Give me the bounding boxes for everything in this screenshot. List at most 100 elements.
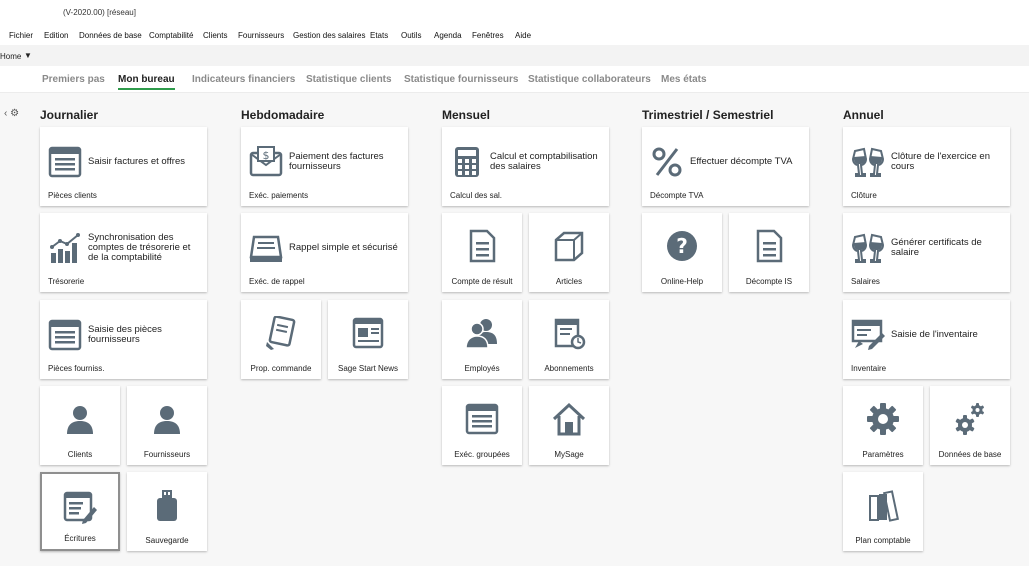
chevron-left-icon[interactable]: ‹ <box>4 108 7 119</box>
tab-statistique-fournisseurs[interactable]: Statistique fournisseurs <box>404 74 518 85</box>
champagne-icon <box>851 145 885 179</box>
tile-calcul-salaires[interactable]: Calcul et comptabilisation des salaires … <box>442 127 609 206</box>
tab-indicateurs-financiers[interactable]: Indicateurs financiers <box>192 74 295 85</box>
tile-label: MySage <box>554 450 584 459</box>
tile-abonnements[interactable]: Abonnements <box>529 300 609 379</box>
tile-label: Pièces fourniss. <box>48 364 105 373</box>
svg-text:$: $ <box>263 149 270 162</box>
tab-mes-etats[interactable]: Mes états <box>661 74 707 85</box>
tile-label: Exéc. groupées <box>454 450 510 459</box>
gears-icon <box>953 402 987 436</box>
invoice-list-icon <box>465 402 499 436</box>
tile-saisie-inventaire[interactable]: Saisie de l'inventaire Inventaire <box>843 300 1010 379</box>
tile-prop-commande[interactable]: Prop. commande <box>241 300 321 379</box>
gear-icon[interactable]: ⚙ <box>10 108 19 119</box>
tile-clients[interactable]: Clients <box>40 386 120 465</box>
tile-exec-groupees[interactable]: Exéc. groupées <box>442 386 522 465</box>
tile-articles[interactable]: Articles <box>529 213 609 292</box>
side-tools: ‹ ⚙ <box>4 108 19 119</box>
tile-employes[interactable]: Employés <box>442 300 522 379</box>
tile-label: Sauvegarde <box>145 536 189 545</box>
column-title-journalier: Journalier <box>40 108 99 122</box>
tile-text: Générer certificats de salaire <box>891 237 982 258</box>
tile-fournisseurs[interactable]: Fournisseurs <box>127 386 207 465</box>
invoice-list-icon <box>48 318 82 352</box>
tile-ecritures[interactable]: Écritures <box>40 472 120 551</box>
home-icon <box>552 402 586 436</box>
tile-label: Clients <box>67 450 93 459</box>
menu-comptabilite[interactable]: Comptabilité <box>149 31 193 40</box>
books-icon <box>866 488 900 522</box>
svg-text:?: ? <box>676 234 688 258</box>
menu-fournisseurs[interactable]: Fournisseurs <box>238 31 284 40</box>
tile-plan-comptable[interactable]: Plan comptable <box>843 472 923 551</box>
tile-compte-de-resultat[interactable]: Compte de résult <box>442 213 522 292</box>
menu-fichier[interactable]: Fichier <box>9 31 33 40</box>
bar-chart-icon <box>48 231 82 265</box>
tile-label: Données de base <box>938 450 1002 459</box>
menu-bar: Fichier Edition Données de base Comptabi… <box>0 27 1029 44</box>
tile-synchronisation[interactable]: Synchronisation des comptes de trésoreri… <box>40 213 207 292</box>
tile-certificats-salaire[interactable]: Générer certificats de salaire Salaires <box>843 213 1010 292</box>
menu-donnees-de-base[interactable]: Données de base <box>79 31 142 40</box>
column-title-trimestriel: Trimestriel / Semestriel <box>642 108 774 122</box>
menu-etats[interactable]: Etats <box>370 31 388 40</box>
document-icon <box>465 229 499 263</box>
tile-rappel[interactable]: Rappel simple et sécurisé Exéc. de rappe… <box>241 213 408 292</box>
tile-text: Saisir factures et offres <box>88 156 185 167</box>
tile-label: Décompte IS <box>745 277 793 286</box>
tile-label: Calcul des sal. <box>450 191 503 200</box>
tile-label: Plan comptable <box>855 536 911 545</box>
tile-decompte-is[interactable]: Décompte IS <box>729 213 809 292</box>
tile-text: Clôture de l'exercice en cours <box>891 151 990 172</box>
tile-label: Décompte TVA <box>650 191 704 200</box>
tile-text: Rappel simple et sécurisé <box>289 242 398 253</box>
reminder-icon <box>249 231 283 265</box>
menu-edition[interactable]: Edition <box>44 31 68 40</box>
usb-drive-icon <box>150 488 184 522</box>
tile-sage-start-news[interactable]: Sage Start News <box>328 300 408 379</box>
chevron-down-icon[interactable]: ▼ <box>24 51 32 60</box>
tile-text: Saisie des pièces fournisseurs <box>88 324 162 345</box>
tile-label: Online-Help <box>660 277 704 286</box>
tile-label: Écritures <box>64 534 96 543</box>
tile-decompte-tva[interactable]: Effectuer décompte TVA Décompte TVA <box>642 127 809 206</box>
menu-gestion-des-salaires[interactable]: Gestion des salaires <box>293 31 365 40</box>
tab-statistique-collaborateurs[interactable]: Statistique collaborateurs <box>528 74 651 85</box>
tile-paiement-factures[interactable]: $ Paiement des factures fournisseurs Exé… <box>241 127 408 206</box>
document-icon <box>752 229 786 263</box>
tile-label: Inventaire <box>851 364 887 373</box>
column-title-annuel: Annuel <box>843 108 884 122</box>
person-icon <box>150 402 184 436</box>
home-selector[interactable]: Home <box>0 52 21 61</box>
menu-aide[interactable]: Aide <box>515 31 531 40</box>
window-title: (V-2020.00) [réseau] <box>63 8 136 17</box>
tile-text: Synchronisation des comptes de trésoreri… <box>88 232 191 263</box>
menu-outils[interactable]: Outils <box>401 31 421 40</box>
tile-label: Fournisseurs <box>143 450 191 459</box>
home-bar: Home ▼ <box>0 45 1029 67</box>
payment-icon: $ <box>249 145 283 179</box>
tile-saisie-pieces-fournisseurs[interactable]: Saisie des pièces fournisseurs Pièces fo… <box>40 300 207 379</box>
tile-parametres[interactable]: Paramètres <box>843 386 923 465</box>
tile-text: Saisie de l'inventaire <box>891 329 978 340</box>
menu-fenetres[interactable]: Fenêtres <box>472 31 504 40</box>
tile-sauvegarde[interactable]: Sauvegarde <box>127 472 207 551</box>
people-icon <box>465 316 499 350</box>
tile-label: Salaires <box>851 277 880 286</box>
tile-saisir-factures[interactable]: Saisir factures et offres Pièces clients <box>40 127 207 206</box>
tab-mon-bureau[interactable]: Mon bureau <box>118 74 175 90</box>
tile-label: Paramètres <box>862 450 904 459</box>
tile-mysage[interactable]: MySage <box>529 386 609 465</box>
tab-statistique-clients[interactable]: Statistique clients <box>306 74 392 85</box>
percent-icon <box>650 145 684 179</box>
tile-online-help[interactable]: ? Online-Help <box>642 213 722 292</box>
tile-cloture[interactable]: Clôture de l'exercice en cours Clôture <box>843 127 1010 206</box>
column-title-hebdomadaire: Hebdomadaire <box>241 108 325 122</box>
tile-donnees-de-base[interactable]: Données de base <box>930 386 1010 465</box>
tile-label: Articles <box>555 277 583 286</box>
tab-premiers-pas[interactable]: Premiers pas <box>42 74 105 85</box>
menu-agenda[interactable]: Agenda <box>434 31 462 40</box>
menu-clients[interactable]: Clients <box>203 31 227 40</box>
box-icon <box>552 229 586 263</box>
